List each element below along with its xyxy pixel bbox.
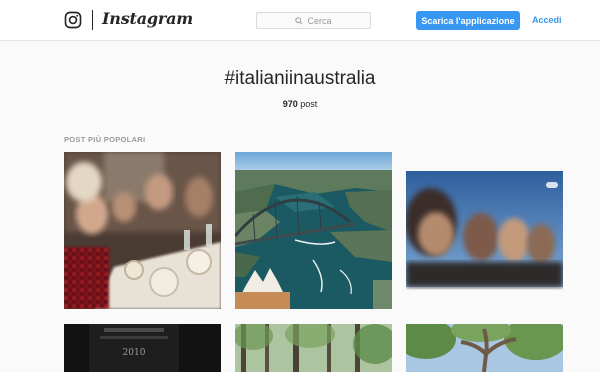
post-thumbnail-sydney-harbour[interactable]	[235, 152, 392, 309]
logo-divider	[92, 10, 93, 30]
instagram-wordmark[interactable]: Instagram	[102, 9, 193, 28]
top-navigation-bar: Instagram Cerca Scarica l'applicazione A…	[0, 0, 600, 41]
post-thumbnail-selfie[interactable]	[406, 152, 563, 309]
post-thumbnail-tree-branches[interactable]	[406, 324, 563, 372]
post-image-selfie	[406, 152, 563, 309]
post-thumbnail-dinner[interactable]	[64, 152, 221, 309]
post-image-park-trees	[235, 324, 392, 372]
post-image-tree-branches	[406, 324, 563, 372]
hashtag-title: #italianiinaustralia	[224, 68, 376, 89]
search-placeholder: Cerca	[307, 15, 332, 26]
post-image-sydney-harbour	[235, 152, 392, 309]
top-posts-heading: POST PIÙ POPOLARI	[64, 135, 146, 144]
post-image-wine-label: 2010	[64, 324, 221, 372]
wine-label-year: 2010	[123, 348, 146, 358]
instagram-glyph-icon[interactable]	[64, 11, 82, 29]
search-icon	[295, 16, 304, 25]
post-count-unit: post	[300, 99, 318, 109]
download-app-button[interactable]: Scarica l'applicazione	[416, 11, 520, 30]
post-thumbnail-wine-label[interactable]: 2010	[64, 324, 221, 372]
post-count-number: 970	[282, 99, 298, 109]
search-input[interactable]: Cerca	[256, 12, 371, 29]
post-thumbnail-park-trees[interactable]	[235, 324, 392, 372]
post-image-dinner	[64, 152, 221, 309]
login-link[interactable]: Accedi	[532, 15, 562, 25]
post-count: 970 post	[0, 99, 600, 109]
